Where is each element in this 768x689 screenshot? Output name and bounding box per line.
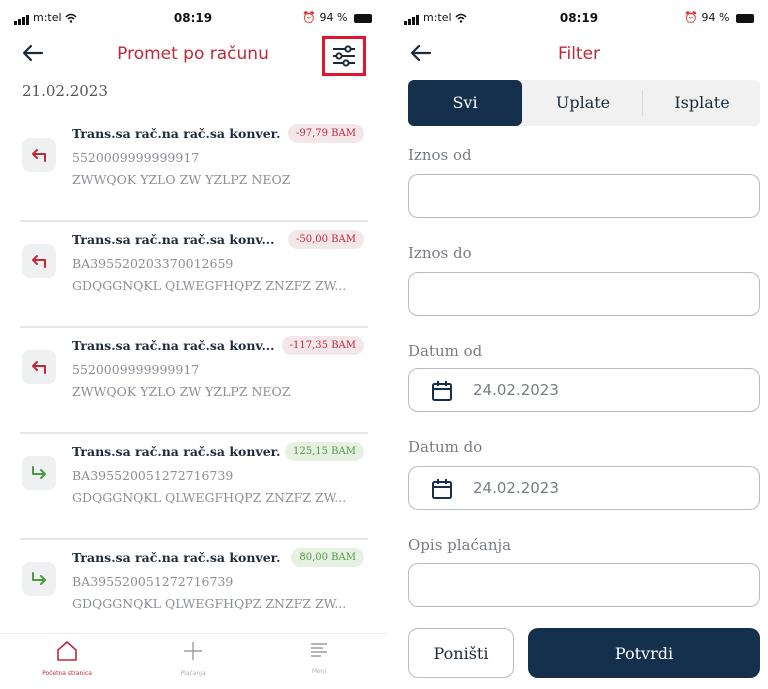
transaction-list: Trans.sa rač.na rač.sa konver. -97,79 BA…: [20, 116, 368, 646]
transaction-row[interactable]: Trans.sa rač.na rač.sa konver. 80,00 BAM…: [20, 540, 368, 646]
transaction-title: Trans.sa rač.na rač.sa konver.: [72, 444, 281, 459]
transaction-title: Trans.sa rač.na rač.sa konv...: [72, 338, 275, 353]
nav-label: Meni: [311, 668, 327, 675]
header: Filter: [390, 34, 768, 74]
amount-from-input[interactable]: [409, 175, 759, 217]
header: Promet po računu: [0, 34, 386, 76]
date-from-label: Datum od: [408, 342, 483, 360]
status-right: ⏰ 94 %: [302, 11, 372, 24]
transaction-party: GDQGGNQKL QLWEGFHQPZ ZNZFZ ZW...: [72, 596, 347, 611]
transaction-account: BA395520203370012659: [72, 256, 234, 271]
incoming-arrow-icon: [22, 562, 56, 596]
page-title: Filter: [557, 44, 601, 64]
outgoing-arrow-icon: [22, 350, 56, 384]
date-to-field[interactable]: 24.02.2023: [408, 466, 760, 510]
sliders-icon: [333, 45, 355, 67]
amount-to-field[interactable]: [408, 272, 760, 316]
alarm-icon: ⏰: [684, 11, 699, 24]
transaction-title: Trans.sa rač.na rač.sa konver.: [72, 550, 281, 565]
amount-to-input[interactable]: [409, 273, 759, 315]
description-label: Opis plaćanja: [408, 536, 512, 554]
date-to-label: Datum do: [408, 438, 483, 456]
transaction-row[interactable]: Trans.sa rač.na rač.sa konver. 125,15 BA…: [20, 434, 368, 540]
segment-deposits[interactable]: Uplate: [524, 80, 642, 126]
status-right: ⏰ 94 %: [684, 11, 754, 24]
date-from-value: 24.02.2023: [473, 381, 559, 399]
date-from-field[interactable]: 24.02.2023: [408, 368, 760, 412]
calendar-icon: [432, 479, 452, 499]
nav-home[interactable]: Početna stranica: [22, 640, 112, 677]
amount-to-label: Iznos do: [408, 244, 472, 262]
transaction-type-segmented-control: Svi Uplate Isplate: [408, 80, 760, 126]
plus-icon: [184, 642, 202, 660]
segment-all[interactable]: Svi: [408, 80, 522, 126]
outgoing-arrow-icon: [22, 244, 56, 278]
amount-from-label: Iznos od: [408, 146, 472, 164]
segment-divider: [642, 90, 643, 116]
filter-button[interactable]: [322, 36, 366, 76]
transaction-title: Trans.sa rač.na rač.sa konver.: [72, 126, 281, 141]
calendar-icon: [432, 381, 452, 401]
amount-badge: 80,00 BAM: [291, 548, 364, 567]
nav-label: Plaćanja: [180, 670, 206, 677]
transaction-party: ZWWQOK YZLO ZW YZLPZ NEOZ: [72, 172, 291, 187]
transactions-screen: m:tel 08:19 ⏰ 94 % Promet po računu 21.0…: [0, 0, 386, 689]
transaction-party: GDQGGNQKL QLWEGFHQPZ ZNZFZ ZW...: [72, 490, 347, 505]
segment-withdrawals[interactable]: Isplate: [644, 80, 760, 126]
home-icon: [57, 641, 77, 661]
transaction-party: ZWWQOK YZLO ZW YZLPZ NEOZ: [72, 384, 291, 399]
description-input[interactable]: [409, 564, 759, 606]
nav-label: Početna stranica: [42, 670, 92, 677]
bottom-navigation: Početna stranica Plaćanja Meni: [0, 633, 386, 689]
filter-screen: m:tel 08:19 ⏰ 94 % Filter Svi Uplate Isp…: [390, 0, 768, 689]
cancel-button[interactable]: Poništi: [408, 628, 514, 678]
transaction-title: Trans.sa rač.na rač.sa konv...: [72, 232, 275, 247]
nav-payments[interactable]: Plaćanja: [148, 640, 238, 677]
transaction-row[interactable]: Trans.sa rač.na rač.sa konv... -50,00 BA…: [20, 222, 368, 328]
transaction-party: GDQGGNQKL QLWEGFHQPZ ZNZFZ ZW...: [72, 278, 347, 293]
transaction-account: BA395520051272716739: [72, 574, 234, 589]
amount-badge: 125,15 BAM: [285, 442, 364, 461]
status-bar: m:tel 08:19 ⏰ 94 %: [390, 0, 768, 34]
battery-icon: [354, 13, 372, 23]
alarm-icon: ⏰: [302, 11, 317, 24]
date-to-value: 24.02.2023: [473, 479, 559, 497]
confirm-button[interactable]: Potvrdi: [528, 628, 760, 678]
transaction-account: 5520009999999917: [72, 150, 200, 165]
transaction-account: BA395520051272716739: [72, 468, 234, 483]
transaction-row[interactable]: Trans.sa rač.na rač.sa konv... -117,35 B…: [20, 328, 368, 434]
description-field[interactable]: [408, 563, 760, 607]
nav-menu[interactable]: Meni: [274, 640, 364, 675]
battery-icon: [736, 13, 754, 23]
amount-from-field[interactable]: [408, 174, 760, 218]
menu-icon: [311, 643, 327, 657]
transaction-account: 5520009999999917: [72, 362, 200, 377]
outgoing-arrow-icon: [22, 138, 56, 172]
transaction-row[interactable]: Trans.sa rač.na rač.sa konver. -97,79 BA…: [20, 116, 368, 222]
incoming-arrow-icon: [22, 456, 56, 490]
amount-badge: -97,79 BAM: [288, 124, 364, 143]
status-bar: m:tel 08:19 ⏰ 94 %: [0, 0, 386, 34]
date-heading: 21.02.2023: [22, 82, 108, 100]
amount-badge: -117,35 BAM: [281, 336, 364, 355]
amount-badge: -50,00 BAM: [288, 230, 364, 249]
